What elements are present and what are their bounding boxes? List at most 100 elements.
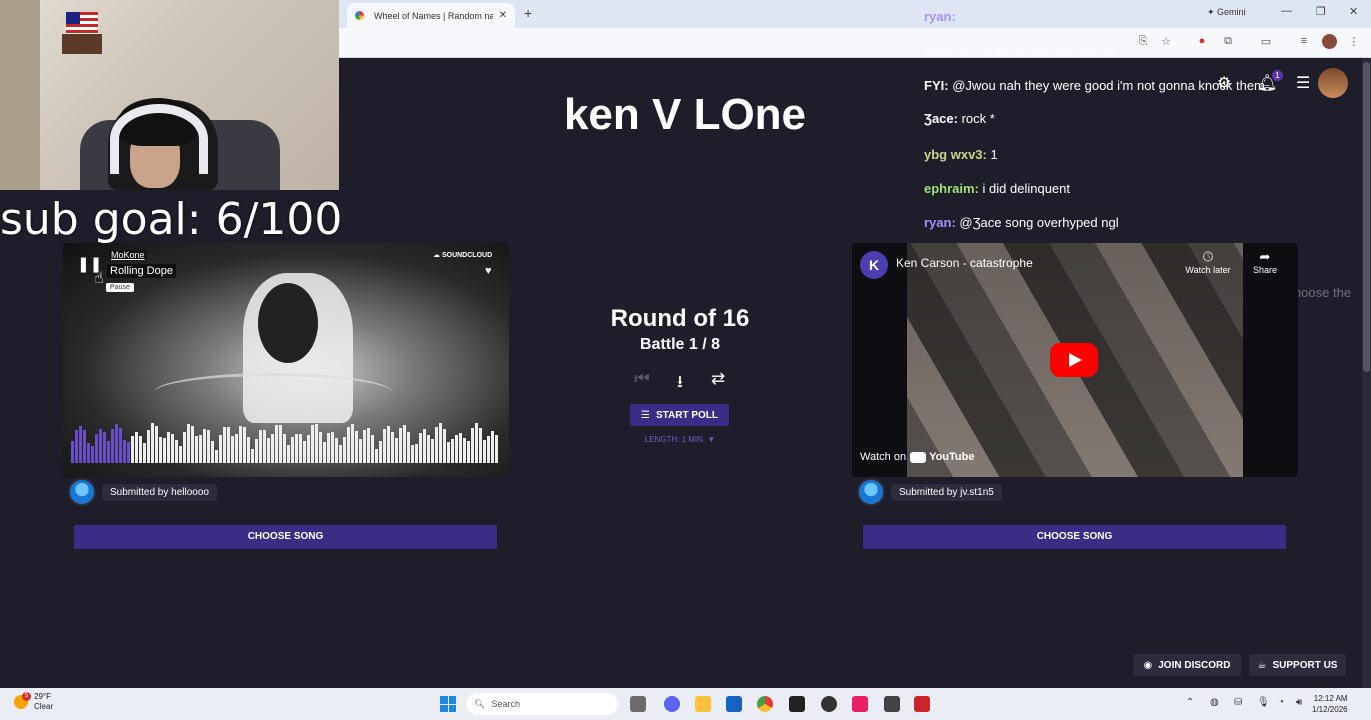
choose-right-song-button[interactable]: CHOOSE SONG <box>863 525 1286 549</box>
tray-app-icon[interactable]: ◍ <box>1210 697 1219 708</box>
previous-icon[interactable]: ⏮ <box>631 369 653 389</box>
tray-network-icon[interactable]: ⛁ <box>1234 697 1242 708</box>
chat-username: ephraim: <box>924 181 979 196</box>
browser-menu-icon[interactable]: ⋮ <box>1347 35 1361 48</box>
sub-goal-text: sub goal: 6/100 <box>0 194 343 245</box>
wheel-favicon-icon <box>355 11 364 20</box>
watch-later-button[interactable]: 🕓︎ Watch later <box>1182 249 1234 275</box>
waveform-bar <box>355 431 358 463</box>
search-icon: 🔍︎ <box>474 698 486 709</box>
waveform-bar <box>343 437 346 463</box>
waveform-bar <box>279 424 282 463</box>
window-close-icon[interactable]: ✕ <box>1349 5 1358 18</box>
waveform-bar <box>159 437 162 463</box>
video-title[interactable]: Ken Carson - catastrophe <box>896 256 1033 270</box>
microphone-icon[interactable]: 🎙︎ <box>1257 697 1270 708</box>
waveform-bar <box>171 434 174 463</box>
waveform-bar <box>83 430 86 463</box>
epic-games-icon[interactable] <box>789 696 805 712</box>
scrollbar-thumb[interactable] <box>1363 62 1370 372</box>
waveform-bar <box>335 438 338 463</box>
submitter-avatar <box>857 478 885 506</box>
waveform-bar <box>379 440 382 463</box>
waveform[interactable] <box>71 418 501 463</box>
obs-icon[interactable] <box>821 696 837 712</box>
discord-taskbar-icon[interactable] <box>664 696 680 712</box>
waveform-bar <box>135 432 138 463</box>
file-explorer-icon[interactable] <box>695 696 711 712</box>
waveform-bar <box>203 428 206 463</box>
chrome-icon[interactable] <box>757 696 773 712</box>
volume-icon[interactable]: 🔊︎ <box>1296 697 1302 708</box>
youtube-player[interactable]: K Ken Carson - catastrophe 🕓︎ Watch late… <box>852 243 1298 477</box>
waveform-bar <box>111 429 114 463</box>
watch-on-youtube-button[interactable]: Watch on YouTube <box>860 451 974 463</box>
opera-extension-icon[interactable]: ● <box>1195 35 1209 47</box>
store-icon[interactable] <box>726 696 742 712</box>
pause-icon[interactable]: ❚❚ <box>77 255 102 273</box>
tab-close-icon[interactable]: ✕ <box>499 10 507 21</box>
text-app-icon[interactable] <box>914 696 930 712</box>
shuffle-icon[interactable]: ⇄ <box>707 369 729 389</box>
browser-tab[interactable]: Wheel of Names | Random nam ✕ <box>347 3 515 28</box>
waveform-bar <box>399 427 402 463</box>
submitter-avatar <box>68 478 96 506</box>
waveform-bar <box>371 435 374 463</box>
extensions-icon[interactable]: ⧉ <box>1221 35 1235 48</box>
restore-icon[interactable]: ❐ <box>1316 5 1326 18</box>
soundcloud-logo: ☁ SOUNDCLOUD <box>433 252 493 259</box>
tiktok-icon[interactable] <box>852 696 868 712</box>
waveform-bar <box>199 435 202 463</box>
chat-message: ephraim: i did delinquent <box>924 181 1070 196</box>
start-poll-button[interactable]: ☰ START POLL <box>630 404 729 426</box>
taskbar-search[interactable]: 🔍︎ Search <box>466 693 618 715</box>
hamburger-menu-icon[interactable]: ☰ <box>1296 73 1310 93</box>
support-us-button[interactable]: ☕︎ SUPPORT US <box>1249 654 1346 676</box>
waveform-bar <box>415 443 418 463</box>
new-tab-button[interactable]: + <box>524 5 532 21</box>
waveform-bar <box>435 427 438 463</box>
side-panel-icon[interactable]: ▭ <box>1259 35 1273 48</box>
track-title[interactable]: Rolling Dope <box>107 264 176 278</box>
chat-text: @Ʒace song overhyped ngl <box>959 215 1119 230</box>
taskbar-clock[interactable]: 12:12 AM 1/12/2026 <box>1312 693 1348 715</box>
youtube-play-icon[interactable] <box>1050 343 1098 377</box>
watch-later-label: Watch later <box>1185 265 1231 275</box>
soundcloud-player[interactable]: ❚❚ MoKone Rolling Dope Pause ☁ SOUNDCLOU… <box>63 243 509 477</box>
poll-length-select[interactable]: LENGTH: 1 MIN. ▼ <box>620 435 740 444</box>
gemini-button[interactable]: ✦ Gemini <box>1207 7 1246 18</box>
waveform-bar <box>271 433 274 463</box>
choose-left-song-button[interactable]: CHOOSE SONG <box>74 525 497 549</box>
weather-widget[interactable]: 5 29°F Clear <box>14 692 53 712</box>
wifi-icon[interactable]: ◔ <box>1278 697 1284 708</box>
waveform-bar <box>255 438 258 463</box>
chat-message: Ʒace: rock * <box>924 111 995 126</box>
user-avatar[interactable] <box>1318 68 1348 98</box>
waveform-bar <box>443 429 446 463</box>
waveform-bar <box>387 426 390 463</box>
waveform-bar <box>427 434 430 463</box>
track-artist[interactable]: MoKone <box>109 250 147 260</box>
chat-username: ryan: <box>924 9 956 24</box>
chat-username: Ʒace: <box>924 42 958 57</box>
weather-badge: 5 <box>22 692 31 701</box>
waveform-bar <box>115 423 118 463</box>
screen-cast-icon[interactable]: ⎘ <box>1136 35 1150 48</box>
windows-start-icon[interactable] <box>440 696 456 712</box>
download-icon[interactable]: ⭳ <box>669 369 691 398</box>
bookmark-star-icon[interactable]: ☆ <box>1159 35 1173 48</box>
share-button[interactable]: ➦ Share <box>1247 249 1283 275</box>
join-discord-button[interactable]: ◉ JOIN DISCORD <box>1133 654 1241 676</box>
gemini-label: Gemini <box>1217 7 1246 17</box>
profile-avatar[interactable] <box>1322 34 1337 49</box>
tray-chevron-icon[interactable]: ⌃ <box>1186 697 1194 708</box>
share-icon: ➦ <box>1259 249 1271 264</box>
like-heart-icon[interactable]: ♥ <box>485 265 492 277</box>
task-view-icon[interactable] <box>630 696 646 712</box>
channel-avatar[interactable]: K <box>860 251 888 279</box>
waveform-bar <box>119 427 122 463</box>
waveform-bar <box>187 424 190 463</box>
media-controls-icon[interactable]: ≡ <box>1297 35 1311 47</box>
minimize-icon[interactable]: — <box>1281 5 1292 17</box>
app-icon[interactable] <box>884 696 900 712</box>
